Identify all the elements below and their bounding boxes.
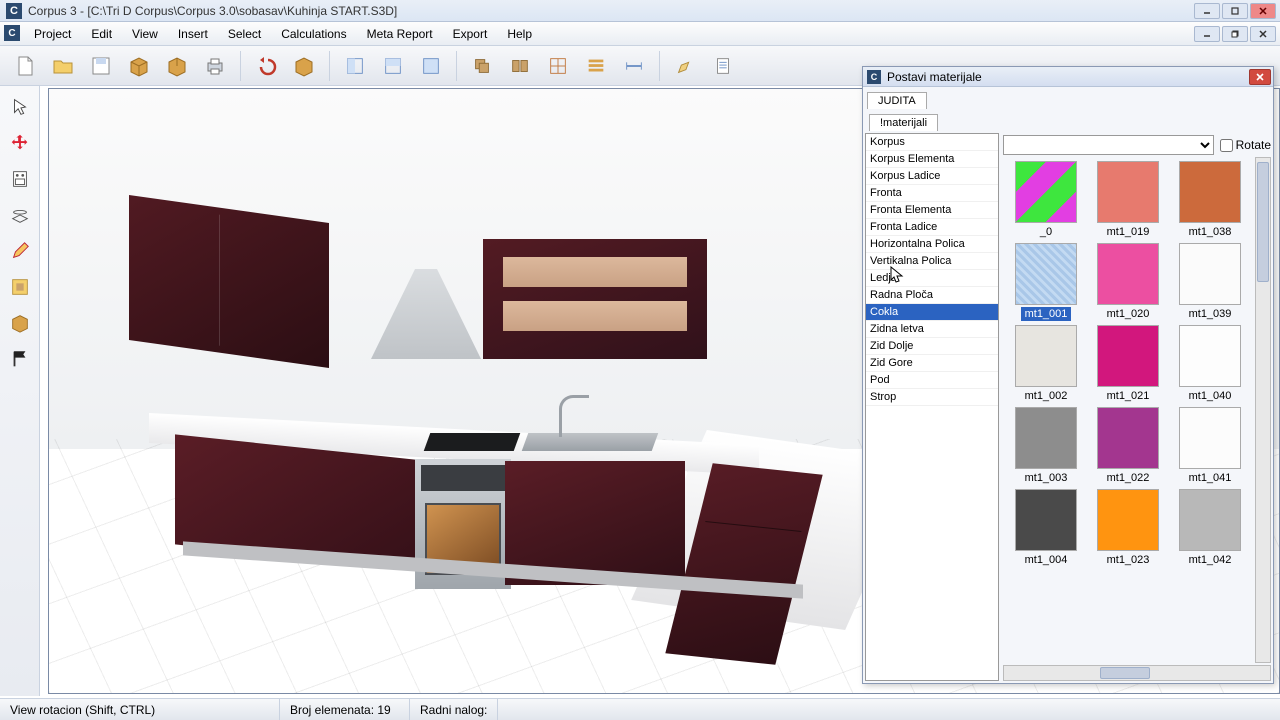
menu-help[interactable]: Help bbox=[497, 23, 542, 45]
move-tool-button[interactable] bbox=[5, 128, 35, 158]
window-title: Corpus 3 - [C:\Tri D Corpus\Corpus 3.0\s… bbox=[28, 4, 397, 18]
materials-swatch[interactable]: mt1_003 bbox=[1007, 407, 1085, 485]
box3d-button[interactable] bbox=[287, 49, 321, 83]
materials-category-item[interactable]: Fronta bbox=[866, 185, 998, 202]
materials-swatch[interactable]: mt1_001 bbox=[1007, 243, 1085, 321]
app-icon: C bbox=[6, 3, 22, 19]
new-file-button[interactable] bbox=[8, 49, 42, 83]
mdi-close-button[interactable] bbox=[1250, 26, 1276, 42]
box-tool-button[interactable] bbox=[5, 308, 35, 338]
materials-hscrollbar[interactable] bbox=[1003, 665, 1271, 681]
materials-vscrollbar[interactable] bbox=[1255, 157, 1271, 663]
maximize-button[interactable] bbox=[1222, 3, 1248, 19]
materials-swatch[interactable]: mt1_039 bbox=[1171, 243, 1249, 321]
window-titlebar: C Corpus 3 - [C:\Tri D Corpus\Corpus 3.0… bbox=[0, 0, 1280, 22]
rotate-checkbox-label[interactable]: Rotate bbox=[1220, 138, 1271, 152]
materials-swatch[interactable]: mt1_040 bbox=[1171, 325, 1249, 403]
menu-select[interactable]: Select bbox=[218, 23, 271, 45]
materials-panel-titlebar[interactable]: C Postavi materijale bbox=[863, 67, 1273, 87]
mdi-minimize-button[interactable] bbox=[1194, 26, 1220, 42]
materials-tab-materijali[interactable]: !materijali bbox=[869, 114, 938, 131]
status-cell-mode: View rotacion (Shift, CTRL) bbox=[0, 699, 280, 720]
doc-icon: C bbox=[4, 25, 20, 41]
status-cell-elements: Broj elemenata: 19 bbox=[280, 699, 410, 720]
materials-category-item[interactable]: Korpus Ladice bbox=[866, 168, 998, 185]
menu-project[interactable]: Project bbox=[24, 23, 81, 45]
materials-panel-icon: C bbox=[867, 70, 881, 84]
list-button[interactable] bbox=[579, 49, 613, 83]
select-tool-button[interactable] bbox=[5, 92, 35, 122]
materials-category-item[interactable]: Zid Dolje bbox=[866, 338, 998, 355]
materials-swatch[interactable]: mt1_019 bbox=[1089, 161, 1167, 239]
mdi-restore-button[interactable] bbox=[1222, 26, 1248, 42]
materials-panel-title: Postavi materijale bbox=[887, 70, 982, 84]
materials-category-item[interactable]: Horizontalna Polica bbox=[866, 236, 998, 253]
draw-button[interactable] bbox=[668, 49, 702, 83]
materials-panel[interactable]: C Postavi materijale JUDITA !materijali … bbox=[862, 66, 1274, 684]
materials-swatch[interactable]: mt1_022 bbox=[1089, 407, 1167, 485]
materials-category-item[interactable]: Strop bbox=[866, 389, 998, 406]
materials-category-list[interactable]: KorpusKorpus ElementaKorpus LadiceFronta… bbox=[865, 133, 999, 681]
section-b-button[interactable] bbox=[376, 49, 410, 83]
menu-insert[interactable]: Insert bbox=[168, 23, 218, 45]
status-cell-workorder: Radni nalog: bbox=[410, 699, 498, 720]
section-c-button[interactable] bbox=[414, 49, 448, 83]
materials-dropdown[interactable] bbox=[1003, 135, 1214, 155]
materials-panel-close-button[interactable] bbox=[1249, 69, 1271, 85]
statusbar: View rotacion (Shift, CTRL) Broj elemena… bbox=[0, 698, 1280, 720]
materials-category-item[interactable]: Cokla bbox=[866, 304, 998, 321]
materials-swatch[interactable]: mt1_042 bbox=[1171, 489, 1249, 567]
grid-button[interactable] bbox=[541, 49, 575, 83]
dimension-button[interactable] bbox=[617, 49, 651, 83]
materials-category-item[interactable]: Fronta Ladice bbox=[866, 219, 998, 236]
left-toolbar bbox=[0, 86, 40, 696]
materials-category-item[interactable]: Fronta Elementa bbox=[866, 202, 998, 219]
materials-swatch[interactable]: mt1_041 bbox=[1171, 407, 1249, 485]
open-file-button[interactable] bbox=[46, 49, 80, 83]
close-button[interactable] bbox=[1250, 3, 1276, 19]
minimize-button[interactable] bbox=[1194, 3, 1220, 19]
menu-view[interactable]: View bbox=[122, 23, 168, 45]
materials-swatch[interactable]: _0 bbox=[1007, 161, 1085, 239]
stack-a-button[interactable] bbox=[465, 49, 499, 83]
materials-swatch[interactable]: mt1_023 bbox=[1089, 489, 1167, 567]
flag-tool-button[interactable] bbox=[5, 344, 35, 374]
package-button[interactable] bbox=[122, 49, 156, 83]
report-button[interactable] bbox=[706, 49, 740, 83]
materials-swatch[interactable]: mt1_020 bbox=[1089, 243, 1167, 321]
menu-export[interactable]: Export bbox=[443, 23, 498, 45]
section-a-button[interactable] bbox=[338, 49, 372, 83]
materials-category-item[interactable]: Zidna letva bbox=[866, 321, 998, 338]
undo-button[interactable] bbox=[249, 49, 283, 83]
materials-category-item[interactable]: Vertikalna Polica bbox=[866, 253, 998, 270]
texture-tool-button[interactable] bbox=[5, 272, 35, 302]
perspective-tool-button[interactable] bbox=[5, 200, 35, 230]
materials-swatch[interactable]: mt1_002 bbox=[1007, 325, 1085, 403]
appliance-tool-button[interactable] bbox=[5, 164, 35, 194]
menubar: C Project Edit View Insert Select Calcul… bbox=[0, 22, 1280, 46]
materials-category-item[interactable]: Ledja bbox=[866, 270, 998, 287]
materials-swatch-grid[interactable]: _0mt1_019mt1_038mt1_001mt1_020mt1_039mt1… bbox=[1003, 157, 1253, 663]
materials-swatch[interactable]: mt1_038 bbox=[1171, 161, 1249, 239]
materials-swatch[interactable]: mt1_004 bbox=[1007, 489, 1085, 567]
materials-category-item[interactable]: Pod bbox=[866, 372, 998, 389]
menu-calculations[interactable]: Calculations bbox=[271, 23, 356, 45]
materials-swatch[interactable]: mt1_021 bbox=[1089, 325, 1167, 403]
materials-category-item[interactable]: Korpus bbox=[866, 134, 998, 151]
materials-category-item[interactable]: Korpus Elementa bbox=[866, 151, 998, 168]
materials-tab-judita[interactable]: JUDITA bbox=[867, 92, 927, 109]
pencil-tool-button[interactable] bbox=[5, 236, 35, 266]
materials-category-item[interactable]: Zid Gore bbox=[866, 355, 998, 372]
stack-b-button[interactable] bbox=[503, 49, 537, 83]
menu-metareport[interactable]: Meta Report bbox=[357, 23, 443, 45]
rotate-checkbox[interactable] bbox=[1220, 139, 1233, 152]
menu-edit[interactable]: Edit bbox=[81, 23, 122, 45]
save-button[interactable] bbox=[84, 49, 118, 83]
materials-category-item[interactable]: Radna Ploča bbox=[866, 287, 998, 304]
package-open-button[interactable] bbox=[160, 49, 194, 83]
print-button[interactable] bbox=[198, 49, 232, 83]
